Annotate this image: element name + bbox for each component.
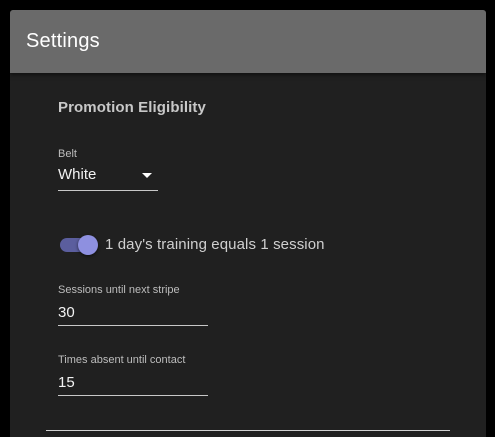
times-absent-input[interactable]: 15 <box>58 372 208 396</box>
training-equals-session-label: 1 day's training equals 1 session <box>105 236 325 253</box>
settings-header: Settings <box>10 10 486 73</box>
sessions-until-stripe-label: Sessions until next stripe <box>58 284 180 296</box>
page-title: Settings <box>26 30 100 52</box>
sessions-until-stripe-value: 30 <box>58 304 75 321</box>
belt-select-value: White <box>58 166 97 183</box>
settings-panel: Settings Promotion Eligibility Belt Whit… <box>10 10 486 437</box>
belt-select[interactable]: White <box>58 164 158 191</box>
times-absent-value: 15 <box>58 374 75 391</box>
caret-down-icon <box>142 173 152 178</box>
times-absent-label: Times absent until contact <box>58 354 186 366</box>
toggle-thumb <box>78 235 98 255</box>
sessions-until-stripe-input[interactable]: 30 <box>58 302 208 326</box>
divider <box>46 430 450 431</box>
training-equals-session-toggle[interactable] <box>60 235 98 255</box>
belt-label: Belt <box>58 148 77 160</box>
section-title-promotion-eligibility: Promotion Eligibility <box>58 99 206 116</box>
